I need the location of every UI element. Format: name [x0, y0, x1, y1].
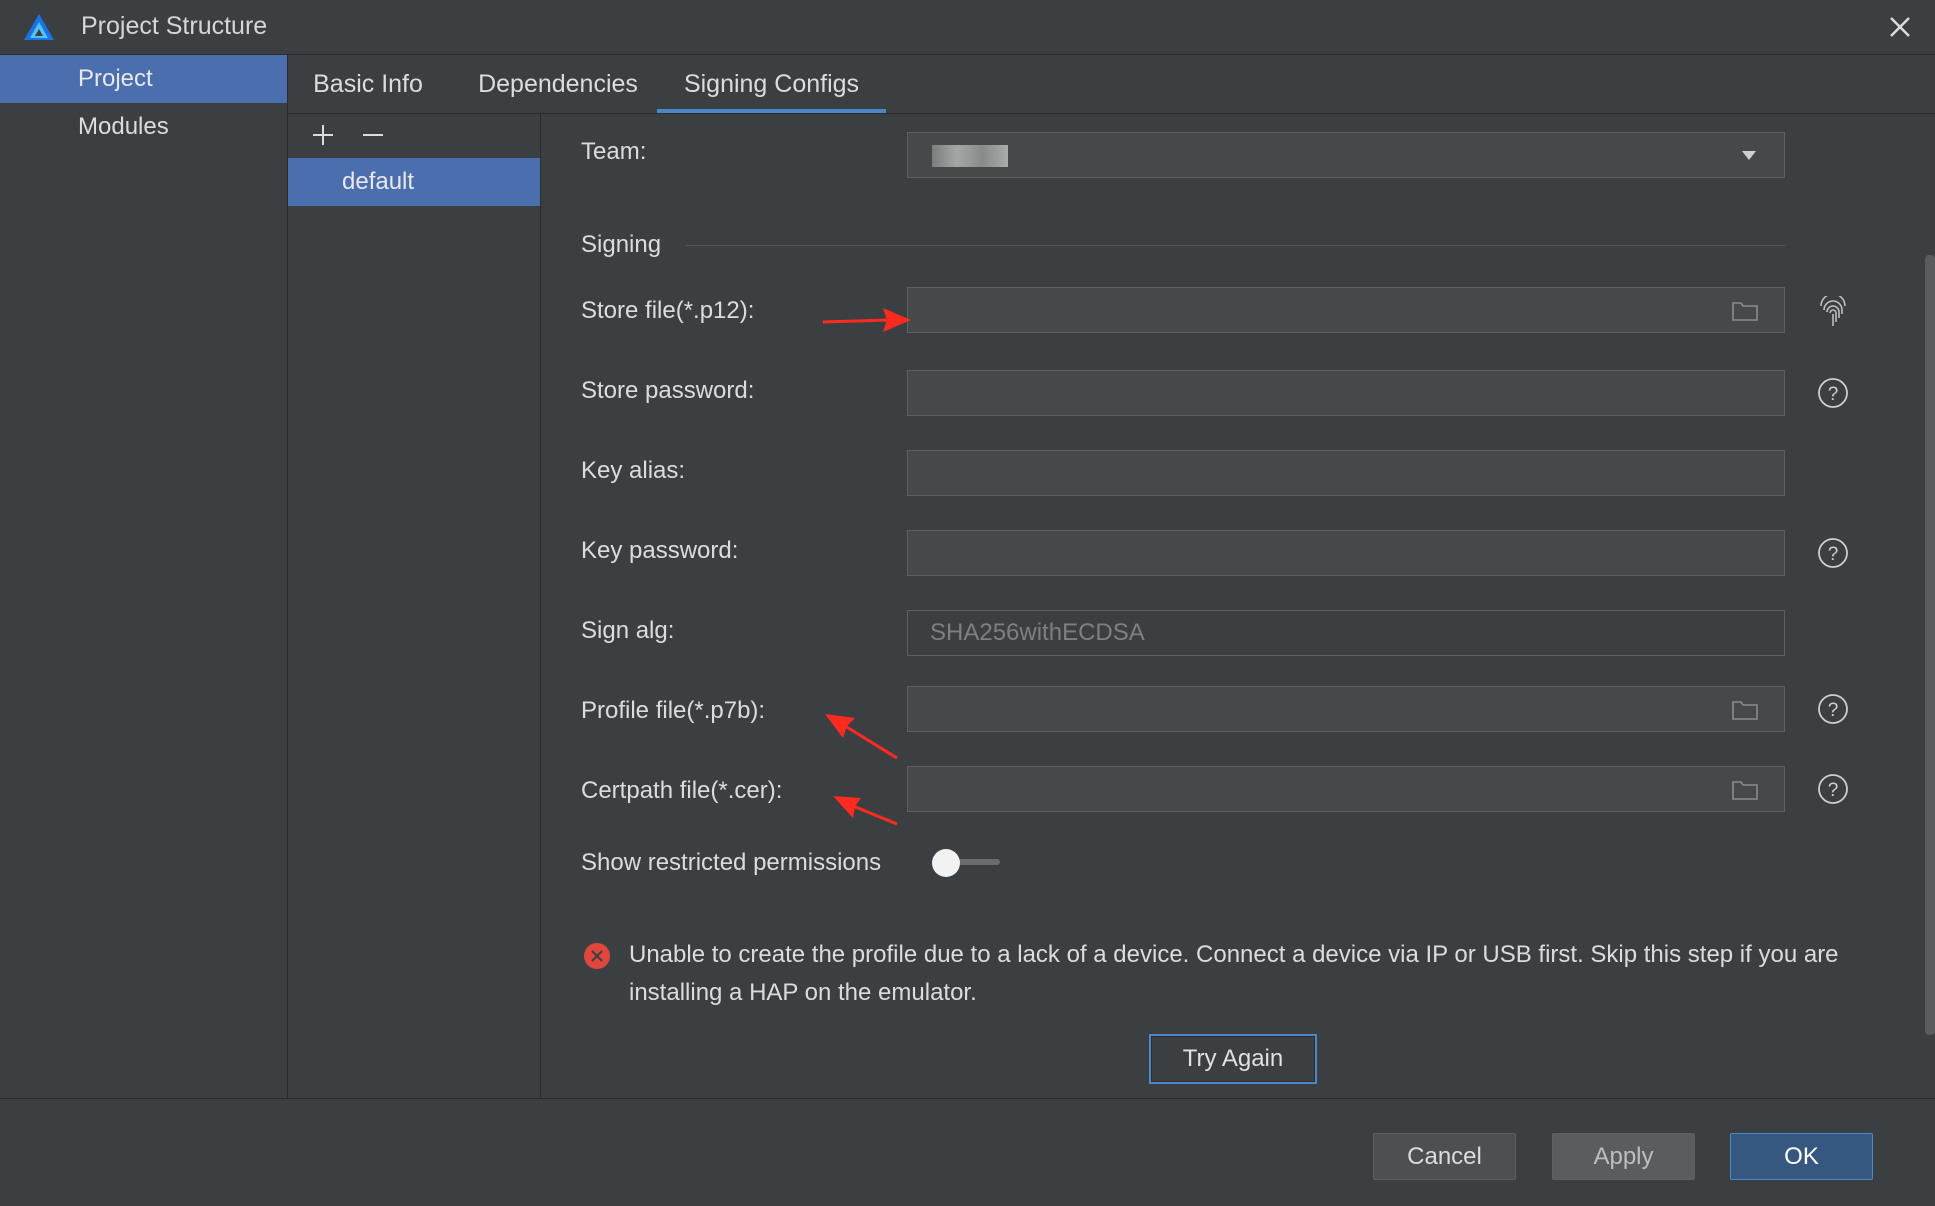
team-label: Team:	[581, 138, 647, 165]
sign-alg-field: SHA256withECDSA	[907, 610, 1785, 656]
certpath-file-label: Certpath file(*.cer):	[581, 777, 783, 804]
window-title: Project Structure	[81, 12, 268, 40]
config-item-label: default	[342, 168, 415, 195]
show-restricted-label: Show restricted permissions	[581, 849, 882, 876]
tab-bar: Basic Info Dependencies Signing Configs	[288, 55, 1935, 114]
store-password-input[interactable]	[907, 370, 1785, 416]
store-file-label: Store file(*.p12):	[581, 297, 755, 324]
try-again-button[interactable]: Try Again	[1149, 1034, 1317, 1084]
sign-alg-value: SHA256withECDSA	[930, 619, 1145, 646]
dialog-footer: Cancel Apply OK	[0, 1098, 1935, 1206]
title-bar: Project Structure	[0, 0, 1935, 55]
fingerprint-icon[interactable]	[1816, 296, 1850, 330]
section-divider	[685, 245, 1785, 246]
svg-text:?: ?	[1828, 384, 1839, 405]
nav-item-label: Modules	[78, 113, 169, 140]
cancel-button[interactable]: Cancel	[1373, 1133, 1516, 1180]
store-password-label: Store password:	[581, 377, 755, 404]
annotation-arrow-icon	[822, 308, 911, 332]
toggle-knob	[932, 849, 960, 877]
ok-button[interactable]: OK	[1730, 1133, 1873, 1180]
certpath-file-input[interactable]	[907, 766, 1785, 812]
help-icon[interactable]: ?	[1816, 772, 1850, 806]
config-item-default[interactable]: default	[288, 158, 540, 206]
error-message: Unable to create the profile due to a la…	[629, 941, 1839, 1006]
annotation-arrow-icon	[825, 714, 898, 760]
app-logo-icon	[24, 14, 54, 40]
nav-item-modules[interactable]: Modules	[0, 103, 287, 151]
nav-item-project[interactable]: Project	[0, 55, 287, 103]
tab-signing-configs[interactable]: Signing Configs	[657, 55, 886, 113]
folder-icon[interactable]	[1732, 698, 1758, 720]
folder-icon[interactable]	[1732, 299, 1758, 321]
svg-text:?: ?	[1828, 700, 1839, 721]
signing-section-title: Signing	[581, 231, 662, 258]
store-file-input[interactable]	[907, 287, 1785, 333]
annotation-arrow-icon	[833, 796, 898, 826]
key-password-label: Key password:	[581, 537, 739, 564]
key-password-input[interactable]	[907, 530, 1785, 576]
help-icon[interactable]: ?	[1816, 692, 1850, 726]
vertical-scrollbar[interactable]	[1925, 255, 1935, 1035]
redacted-team-value	[932, 145, 1008, 167]
folder-icon[interactable]	[1732, 778, 1758, 800]
help-icon[interactable]: ?	[1816, 536, 1850, 570]
add-icon[interactable]	[308, 120, 338, 150]
tab-basic-info[interactable]: Basic Info	[288, 55, 448, 113]
team-dropdown[interactable]	[907, 132, 1785, 178]
sign-alg-label: Sign alg:	[581, 617, 675, 644]
close-icon[interactable]	[1883, 10, 1917, 44]
signing-config-list: default	[288, 114, 541, 1098]
svg-text:?: ?	[1828, 544, 1839, 565]
left-nav: Project Modules	[0, 55, 288, 1098]
help-icon[interactable]: ?	[1816, 376, 1850, 410]
tab-dependencies[interactable]: Dependencies	[458, 55, 658, 113]
nav-item-label: Project	[78, 65, 153, 92]
signing-form: Team: Signing Store file(*.p12): Store p…	[541, 114, 1935, 1098]
error-icon	[584, 943, 610, 969]
svg-text:?: ?	[1828, 780, 1839, 801]
profile-file-input[interactable]	[907, 686, 1785, 732]
apply-button[interactable]: Apply	[1552, 1133, 1695, 1180]
show-restricted-toggle[interactable]	[932, 848, 1002, 878]
key-alias-label: Key alias:	[581, 457, 686, 484]
key-alias-input[interactable]	[907, 450, 1785, 496]
remove-icon[interactable]	[358, 120, 388, 150]
chevron-down-icon	[1742, 151, 1756, 160]
profile-file-label: Profile file(*.p7b):	[581, 697, 766, 724]
list-toolbar	[288, 114, 540, 156]
